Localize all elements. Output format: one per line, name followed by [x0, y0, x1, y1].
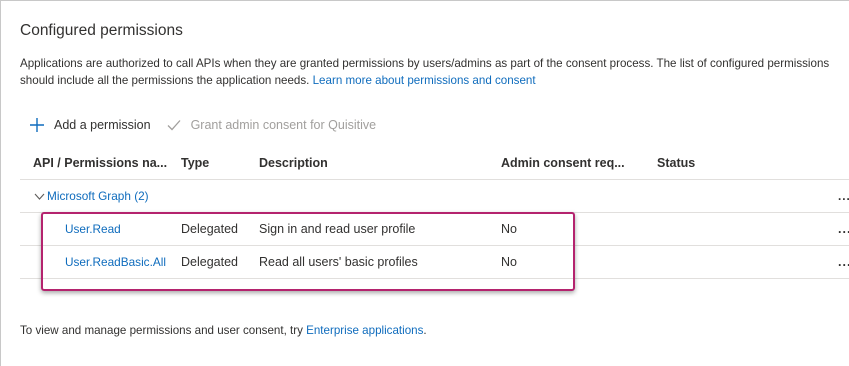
header-admin-consent[interactable]: Admin consent req...	[501, 146, 625, 179]
permission-admin-consent: No	[501, 255, 517, 269]
chevron-down-icon	[33, 190, 45, 202]
header-type[interactable]: Type	[181, 146, 209, 179]
permission-name-link[interactable]: User.Read	[65, 213, 121, 245]
more-options-icon[interactable]: ...	[838, 246, 849, 278]
checkmark-icon	[165, 116, 183, 134]
permissions-table: API / Permissions na... Type Description…	[20, 146, 849, 279]
permission-description: Read all users' basic profiles	[259, 255, 418, 269]
grant-admin-consent-label: Grant admin consent for Quisitive	[190, 118, 377, 132]
header-status[interactable]: Status	[657, 146, 695, 179]
api-group-label: Microsoft Graph (2)	[47, 189, 149, 203]
add-permission-button[interactable]: Add a permission	[28, 116, 151, 134]
permission-name: User.Read	[65, 222, 121, 236]
section-title: Configured permissions	[20, 22, 183, 39]
permission-name: User.ReadBasic.All	[65, 255, 166, 269]
permission-type: Delegated	[181, 222, 238, 236]
more-options-icon[interactable]: ...	[838, 213, 849, 245]
table-row: User.Read Delegated Sign in and read use…	[20, 213, 849, 246]
permission-description: Sign in and read user profile	[259, 222, 416, 236]
add-permission-label: Add a permission	[54, 118, 151, 132]
more-options-icon[interactable]: ...	[838, 180, 849, 212]
table-row: User.ReadBasic.All Delegated Read all us…	[20, 246, 849, 279]
header-api-permission-name[interactable]: API / Permissions na...	[33, 146, 167, 179]
permission-type: Delegated	[181, 255, 238, 269]
plus-icon	[28, 116, 46, 134]
header-description[interactable]: Description	[259, 146, 328, 179]
footer-suffix: .	[423, 324, 427, 337]
footer-text: To view and manage permissions and user …	[20, 324, 307, 337]
permissions-toolbar: Add a permission Grant admin consent for…	[28, 115, 376, 135]
api-group-row: Microsoft Graph (2) ...	[20, 180, 849, 213]
learn-more-link[interactable]: Learn more about permissions and consent	[313, 74, 536, 87]
permission-admin-consent: No	[501, 222, 517, 236]
table-header-row: API / Permissions na... Type Description…	[20, 146, 849, 180]
configured-permissions-panel: Configured permissions Applications are …	[0, 0, 849, 366]
permission-name-link[interactable]: User.ReadBasic.All	[65, 246, 166, 278]
grant-admin-consent-button[interactable]: Grant admin consent for Quisitive	[165, 116, 377, 134]
enterprise-applications-link[interactable]: Enterprise applications	[306, 324, 423, 337]
microsoft-graph-group-toggle[interactable]: Microsoft Graph (2)	[33, 180, 149, 212]
section-description: Applications are authorized to call APIs…	[20, 55, 835, 89]
footer-note: To view and manage permissions and user …	[20, 324, 427, 337]
